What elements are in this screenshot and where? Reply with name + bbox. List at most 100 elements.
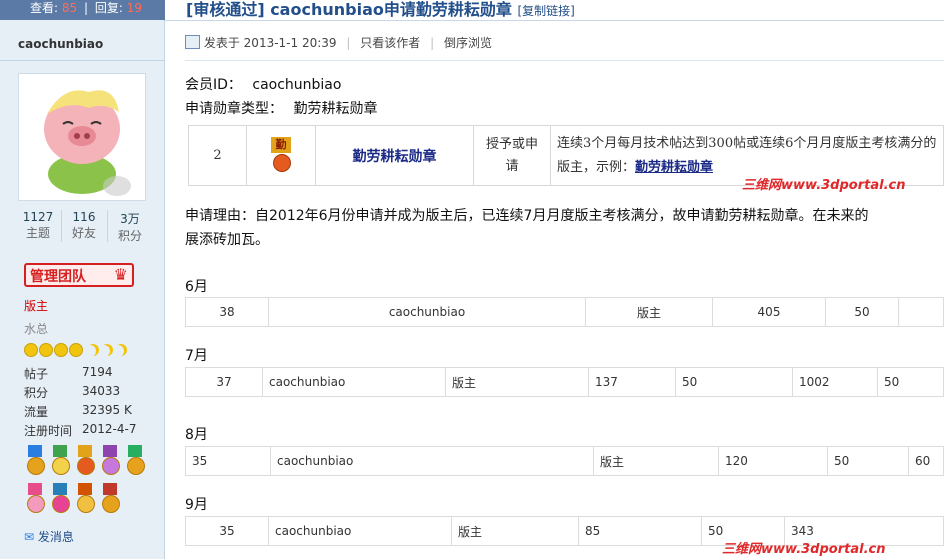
meta-divider <box>185 60 944 61</box>
month-cell: 1002 <box>792 367 878 397</box>
month-cell: 版主 <box>451 516 579 546</box>
moon-icon <box>112 345 124 357</box>
meta-separator: | <box>346 36 351 50</box>
month-table: 35 caochunbiao 版主 120 50 60 <box>185 446 944 476</box>
month-cell: caochunbiao <box>268 516 452 546</box>
sun-icon <box>54 343 68 357</box>
sun-icon <box>69 343 83 357</box>
watermark: 三维网www.3dportal.cn <box>742 178 906 193</box>
online-status-icon <box>185 35 200 49</box>
medal-icon[interactable] <box>74 483 96 513</box>
info-label-registered: 注册时间 <box>24 424 73 438</box>
reason-line-2: 展添砖加瓦。 <box>185 232 269 248</box>
member-id-value: caochunbiao <box>252 77 342 93</box>
medal-table-num: 2 <box>188 125 247 186</box>
month-cell: 120 <box>718 446 828 476</box>
medal-table-desc-text: 连续3个月每月技术帖达到300帖或连续6个月月度版主考核满分的版主，示例： <box>557 135 937 175</box>
month-cell: 50 <box>675 367 793 397</box>
watermark: 三维网www.3dportal.cn <box>722 542 886 557</box>
month-cell: 35 <box>185 516 269 546</box>
month-cell: 35 <box>185 446 271 476</box>
medal-example-link[interactable]: 勤劳耕耘勋章 <box>635 160 713 175</box>
month-cell: caochunbiao <box>270 446 594 476</box>
month-table: 37 caochunbiao 版主 137 50 1002 50 <box>185 367 944 397</box>
replies-count: 19 <box>126 1 143 15</box>
medal-icon[interactable] <box>24 483 46 513</box>
stat-topics[interactable]: 1127 主题 <box>18 210 58 241</box>
crown-icon: ♛ <box>113 265 128 284</box>
stat-divider <box>107 210 108 242</box>
medal-icon[interactable] <box>74 445 96 475</box>
user-subtitle: 水总 <box>24 322 49 336</box>
post-title-text: [审核通过] caochunbiao申请勤劳耕耘勋章 <box>186 0 512 19</box>
medal-icon[interactable] <box>49 445 71 475</box>
reverse-view-link[interactable]: 倒序浏览 <box>444 36 492 50</box>
posted-time: 2013-1-1 20:39 <box>243 36 337 50</box>
month-cell: 版主 <box>445 367 589 397</box>
medal-table-name: 勤劳耕耘勋章 <box>315 125 474 186</box>
month-cell: 85 <box>578 516 702 546</box>
month-cell: 版主 <box>585 297 713 327</box>
info-label-points: 积分 <box>24 386 49 400</box>
stat-friends[interactable]: 116 好友 <box>64 210 104 241</box>
author-username[interactable]: caochunbiao <box>18 37 103 51</box>
pig-avatar-image <box>19 74 145 200</box>
month-heading: 7月 <box>185 348 208 364</box>
thread-stats-bar: 查看: 85 | 回复: 19 <box>0 0 165 20</box>
info-value-registered: 2012-4-7 <box>82 422 137 436</box>
info-value-points: 34033 <box>82 384 121 398</box>
rank-stars <box>24 343 126 357</box>
month-cell: 50 <box>827 446 909 476</box>
medal-icon: 勤 <box>271 136 291 172</box>
replies-label: 回复: <box>94 1 123 15</box>
stat-points-label: 积分 <box>117 229 142 243</box>
medal-table-icon-cell: 勤 <box>246 125 316 186</box>
medal-icon[interactable] <box>99 445 121 475</box>
rank-title: 版主 <box>24 299 49 313</box>
medal-glyph: 勤 <box>271 136 291 153</box>
stat-friends-value: 116 <box>72 210 96 224</box>
medal-type-line: 申请勋章类型： 勤劳耕耘勋章 <box>185 98 377 118</box>
member-id-label: 会员ID： <box>185 77 242 93</box>
stat-friends-label: 好友 <box>71 226 96 240</box>
send-message-link[interactable]: ✉ 发消息 <box>24 528 74 545</box>
only-author-link[interactable]: 只看该作者 <box>360 36 420 50</box>
member-id-line: 会员ID： caochunbiao <box>185 74 341 94</box>
medal-row-2 <box>24 483 149 516</box>
month-cell: 50 <box>825 297 899 327</box>
month-cell <box>898 297 944 327</box>
views-count: 85 <box>61 1 78 15</box>
month-cell: 37 <box>185 367 263 397</box>
month-cell: 60 <box>908 446 944 476</box>
avatar[interactable] <box>18 73 146 201</box>
medal-row-1 <box>24 445 149 478</box>
moon-icon <box>98 345 110 357</box>
posted-prefix: 发表于 <box>203 36 240 50</box>
stat-points[interactable]: 3万 积分 <box>110 210 150 244</box>
month-cell: 137 <box>588 367 676 397</box>
info-value-posts[interactable]: 7194 <box>82 365 113 379</box>
month-cell: caochunbiao <box>268 297 586 327</box>
medal-icon[interactable] <box>49 483 71 513</box>
month-heading: 8月 <box>185 427 208 443</box>
stat-topics-value: 1127 <box>22 210 54 224</box>
info-label-posts: 帖子 <box>24 367 49 381</box>
medal-table-method: 授予或申请 <box>473 125 551 186</box>
medal-icon[interactable] <box>24 445 46 475</box>
medal-type-value: 勤劳耕耘勋章 <box>293 101 378 117</box>
month-cell: 版主 <box>593 446 719 476</box>
group-badge: 管理团队 ♛ <box>24 263 134 287</box>
month-heading: 9月 <box>185 497 208 513</box>
reason-line-1: 申请理由：自2012年6月份申请并成为版主后，已连续7月月度版主考核满分，故申请… <box>185 208 869 224</box>
medal-icon[interactable] <box>124 445 146 475</box>
stat-divider <box>61 210 62 242</box>
moon-icon <box>84 345 96 357</box>
views-label: 查看: <box>30 1 59 15</box>
month-cell: 50 <box>877 367 944 397</box>
stat-points-value: 3万 <box>120 212 140 226</box>
stats-separator: | <box>83 1 89 15</box>
medal-icon[interactable] <box>99 483 121 513</box>
copy-link[interactable]: [复制链接] <box>517 4 574 18</box>
post-title: [审核通过] caochunbiao申请勤劳耕耘勋章 [复制链接] <box>186 0 575 20</box>
medal-type-label: 申请勋章类型： <box>185 101 283 117</box>
